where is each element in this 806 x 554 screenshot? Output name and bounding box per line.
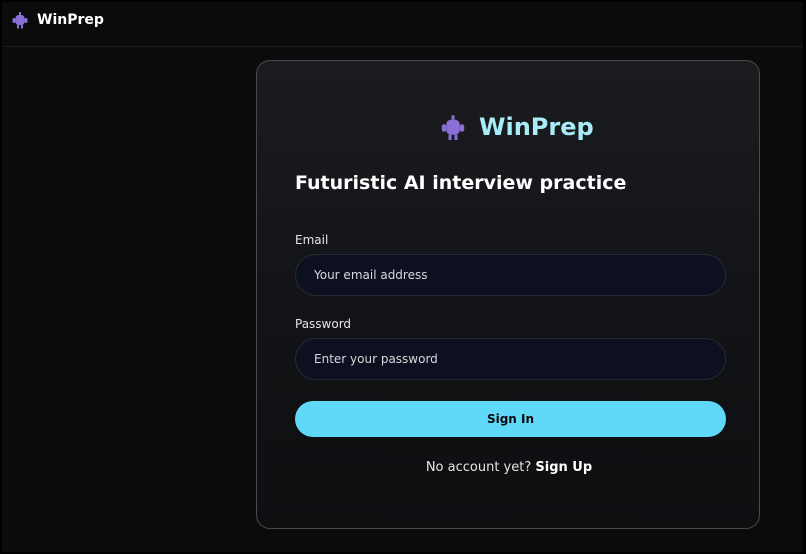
sign-in-card: WinPrep Futuristic AI interview practice… (256, 60, 760, 529)
robot-icon (12, 12, 28, 29)
card-brand-name: WinPrep (479, 113, 594, 141)
sign-in-button[interactable]: Sign In (295, 401, 726, 437)
app-window: WinPrep WinPrep Futuristic AI interview … (2, 2, 803, 552)
robot-icon (441, 115, 465, 140)
password-label: Password (295, 317, 352, 331)
top-navbar: WinPrep (2, 2, 803, 47)
app-brand-name[interactable]: WinPrep (37, 10, 104, 30)
signup-prompt-text: No account yet? (425, 460, 532, 475)
password-field[interactable] (295, 338, 726, 380)
signup-prompt-row: No account yet? Sign Up (257, 459, 761, 477)
page-title: Futuristic AI interview practice (295, 172, 627, 194)
email-field[interactable] (295, 254, 726, 296)
email-label: Email (295, 233, 329, 247)
sign-up-link[interactable]: Sign Up (535, 460, 592, 475)
